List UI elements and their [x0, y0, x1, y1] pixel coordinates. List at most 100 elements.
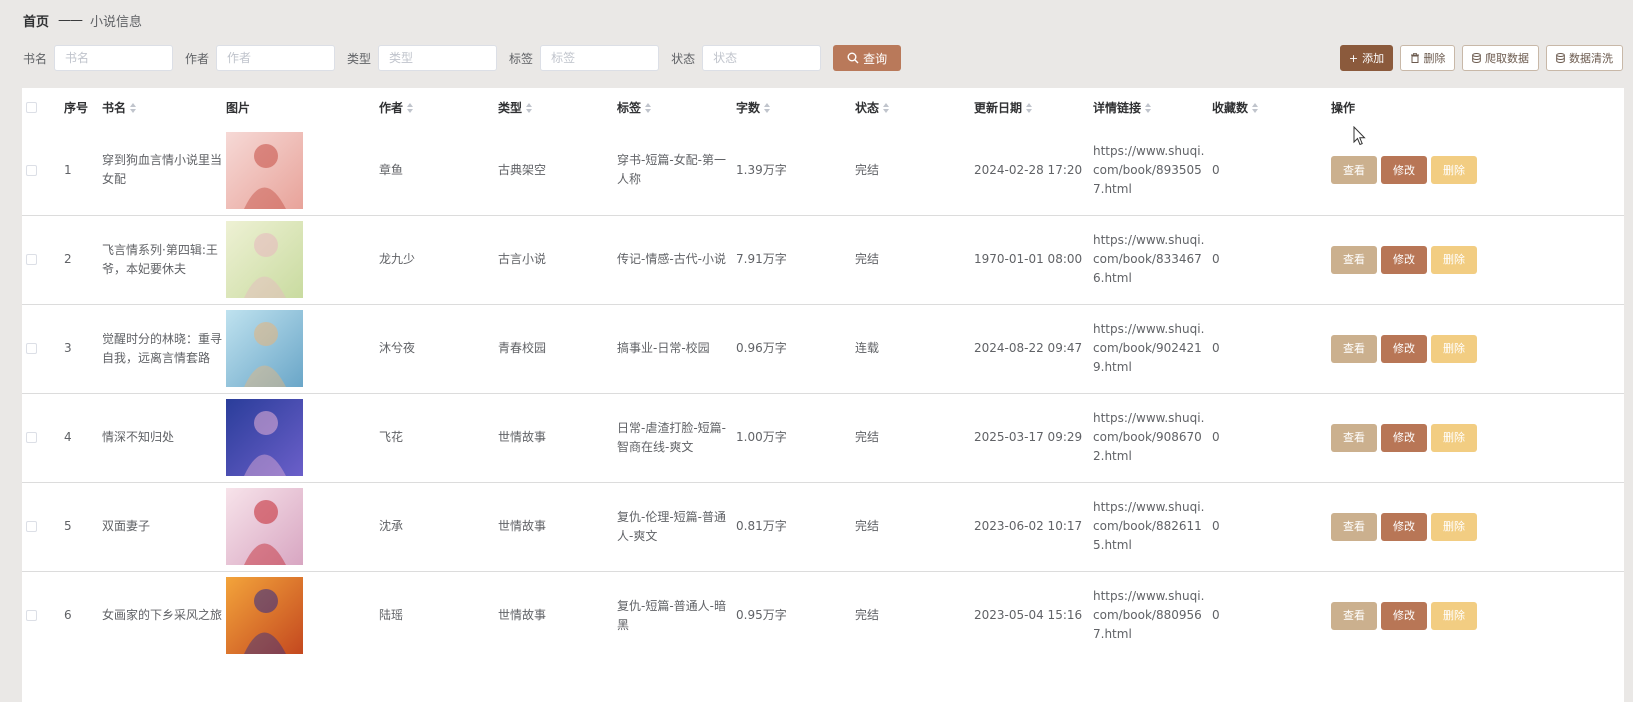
col-author[interactable]: 作者 [379, 88, 498, 126]
query-button[interactable]: 查询 [833, 45, 902, 71]
breadcrumb: 首页 —— 小说信息 [23, 11, 143, 30]
col-fav-label: 收藏数 [1212, 100, 1249, 115]
view-button[interactable]: 查看 [1331, 601, 1377, 630]
edit-button[interactable]: 修改 [1381, 245, 1427, 274]
row-checkbox[interactable] [26, 432, 37, 443]
row-tags: 穿书-短篇-女配-第一人称 [617, 153, 726, 187]
select-all-checkbox[interactable] [26, 101, 37, 113]
row-fav: 0 [1212, 570, 1331, 660]
query-button-label: 查询 [863, 51, 888, 66]
sort-icon[interactable] [1145, 103, 1152, 113]
edit-button[interactable]: 修改 [1381, 334, 1427, 363]
edit-button[interactable]: 修改 [1381, 156, 1427, 185]
col-tags[interactable]: 标签 [617, 88, 736, 126]
search-bar: 书名 作者 类型 标签 状态 查询 [23, 45, 902, 71]
sort-icon[interactable] [1026, 103, 1033, 113]
col-date[interactable]: 更新日期 [974, 88, 1093, 126]
row-status: 完结 [855, 162, 880, 177]
delete-button[interactable]: 删除 [1431, 512, 1477, 541]
col-link[interactable]: 详情链接 [1093, 88, 1212, 126]
row-checkbox[interactable] [26, 343, 37, 354]
status-input[interactable] [702, 45, 822, 71]
book-cover-image [226, 221, 303, 298]
crawl-data-button[interactable]: 爬取数据 [1462, 45, 1539, 71]
delete-button[interactable]: 删除 [1431, 601, 1477, 630]
row-link[interactable]: https://www.shuqi.com/book/8334676.html [1093, 231, 1209, 288]
col-fav[interactable]: 收藏数 [1212, 88, 1331, 126]
breadcrumb-home[interactable]: 首页 [23, 11, 49, 30]
row-author: 陆瑶 [379, 570, 498, 660]
mouse-cursor-icon [1353, 126, 1366, 146]
row-actions: 查看 修改 删除 [1331, 392, 1624, 482]
view-button[interactable]: 查看 [1331, 245, 1377, 274]
delete-button[interactable]: 删除 [1431, 245, 1477, 274]
sort-icon[interactable] [526, 103, 533, 113]
row-author: 沈承 [379, 481, 498, 571]
row-date: 2024-02-28 17:20 [974, 162, 1083, 177]
col-title[interactable]: 书名 [102, 88, 226, 126]
row-title: 双面妻子 [102, 481, 226, 571]
clean-data-button[interactable]: 数据清洗 [1546, 45, 1623, 71]
row-title: 觉醒时分的林晓：重寻自我，远离言情套路 [102, 303, 226, 393]
title-input[interactable] [54, 45, 174, 71]
edit-button[interactable]: 修改 [1381, 512, 1427, 541]
row-checkbox[interactable] [26, 164, 37, 176]
edit-button[interactable]: 修改 [1381, 601, 1427, 630]
type-input[interactable] [378, 45, 498, 71]
tag-input[interactable] [540, 45, 660, 71]
row-date: 1970-01-01 08:00 [974, 214, 1093, 304]
delete-button[interactable]: 删除 [1431, 423, 1477, 452]
view-button[interactable]: 查看 [1331, 423, 1377, 452]
view-button[interactable]: 查看 [1331, 512, 1377, 541]
row-link[interactable]: https://www.shuqi.com/book/8935057.html [1093, 142, 1209, 199]
row-fav: 0 [1212, 303, 1331, 393]
crawl-data-label: 爬取数据 [1485, 52, 1529, 65]
row-type: 青春校园 [498, 303, 617, 393]
row-link[interactable]: https://www.shuqi.com/book/8809567.html [1093, 587, 1209, 644]
row-tags: 复仇-短篇-普通人-暗黑 [617, 570, 736, 660]
row-checkbox[interactable] [26, 521, 37, 532]
edit-button[interactable]: 修改 [1381, 423, 1427, 452]
row-link[interactable]: https://www.shuqi.com/book/8826115.html [1093, 498, 1209, 555]
delete-button[interactable]: 删除 [1431, 156, 1477, 185]
batch-delete-label: 删除 [1423, 52, 1446, 65]
delete-button[interactable]: 删除 [1431, 334, 1477, 363]
add-button-label: 添加 [1362, 52, 1385, 65]
row-index: 3 [64, 303, 102, 393]
row-link[interactable]: https://www.shuqi.com/book/9086702.html [1093, 409, 1209, 466]
breadcrumb-separator: —— [58, 12, 83, 28]
add-button[interactable]: + 添加 [1340, 45, 1393, 71]
row-checkbox[interactable] [26, 254, 37, 265]
col-status[interactable]: 状态 [855, 88, 974, 126]
col-words[interactable]: 字数 [736, 88, 855, 126]
sort-icon[interactable] [1252, 103, 1259, 113]
row-link[interactable]: https://www.shuqi.com/book/9024219.html [1093, 320, 1209, 377]
row-words: 0.95万字 [736, 570, 855, 660]
col-type-label: 类型 [498, 100, 523, 115]
row-link-cell: https://www.shuqi.com/book/8334676.html [1093, 214, 1212, 304]
view-button[interactable]: 查看 [1331, 334, 1377, 363]
table-row: 1 穿到狗血言情小说里当女配 章鱼 古典架空 穿书-短篇-女配-第一人称 1.39万字 完结… [22, 126, 1624, 215]
database-icon [1472, 53, 1481, 63]
batch-delete-button[interactable]: 删除 [1400, 45, 1455, 71]
author-input[interactable] [216, 45, 336, 71]
sort-icon[interactable] [407, 103, 414, 113]
col-type[interactable]: 类型 [498, 88, 617, 126]
sort-icon[interactable] [130, 103, 137, 113]
view-button[interactable]: 查看 [1331, 156, 1377, 185]
row-index: 1 [64, 162, 72, 177]
sort-icon[interactable] [883, 103, 890, 113]
row-actions: 查看 修改 删除 [1331, 570, 1624, 660]
row-tags: 复仇-伦理-短篇-普通人-爽文 [617, 481, 736, 571]
book-cover-image [226, 131, 303, 209]
row-status: 连载 [855, 303, 974, 393]
row-index: 6 [64, 570, 102, 660]
breadcrumb-current: 小说信息 [90, 14, 143, 30]
book-cover-image [226, 577, 303, 655]
row-checkbox[interactable] [26, 610, 37, 622]
sort-icon[interactable] [764, 103, 771, 113]
row-type: 世情故事 [498, 481, 617, 571]
sort-icon[interactable] [645, 103, 652, 113]
row-actions: 查看 修改 删除 [1331, 214, 1624, 304]
clean-data-label: 数据清洗 [1569, 52, 1613, 65]
